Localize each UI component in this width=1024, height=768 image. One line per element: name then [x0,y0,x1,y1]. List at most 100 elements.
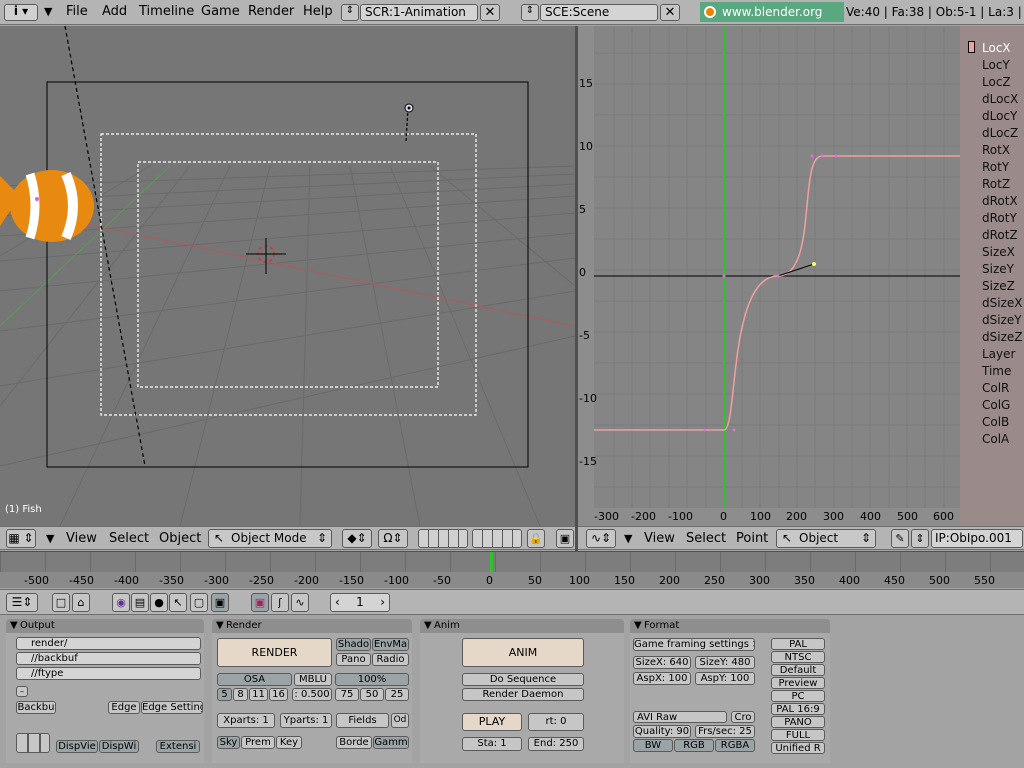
ipo-channel[interactable]: LocY [982,58,1010,72]
preset-pal-button[interactable]: PAL [771,638,825,650]
ipo-channel[interactable]: RotZ [982,177,1010,191]
ipo-channel[interactable]: Time [982,364,1011,378]
fps-field[interactable]: Frs/sec: 25 [695,725,755,738]
collapse-menu-icon[interactable]: ▼ [46,532,54,545]
aspy-field[interactable]: AspY: 100 [695,672,755,685]
full-window-icon[interactable]: □ [52,593,70,612]
timeline[interactable]: -500 -450 -400 -350 -300 -250 -200 -150 … [0,551,1024,588]
ipo-channel[interactable]: dLocZ [982,126,1018,140]
border-button[interactable]: Borde [336,736,372,749]
home-icon[interactable]: ⌂ [72,593,90,612]
preset-ntsc-button[interactable]: NTSC [771,651,825,663]
ipo-channel[interactable]: dSizeX [982,296,1022,310]
blur-factor-field[interactable]: : 0.500 [292,688,332,701]
dispwin-button[interactable]: DispWi [99,740,139,753]
menu-game[interactable]: Game [201,0,240,24]
anim-panel-header[interactable]: ▼ Anim [420,619,624,633]
screen-browse-button[interactable]: ⇕ [341,4,359,21]
ipo-channel[interactable]: dRotX [982,194,1018,208]
ipo-channel[interactable]: ColR [982,381,1009,395]
ipo-channel[interactable]: SizeZ [982,279,1015,293]
ipo-editor[interactable]: 15 10 5 0 -5 -10 -15 -300 -200 -100 0 10… [578,26,960,526]
frame-number-field[interactable]: ‹ 1 › [330,593,390,612]
ipo-view-menu[interactable]: View [644,527,675,551]
buttons-window-type-button[interactable]: ☰⇕ [6,593,38,612]
ipo-channel[interactable]: dRotZ [982,228,1018,242]
format-panel-header[interactable]: ▼ Format [630,619,830,633]
bw-button[interactable]: BW [633,739,673,752]
scene-delete-button[interactable]: ✕ [660,4,680,21]
pano-button[interactable]: Pano [336,653,371,666]
render-path-field[interactable]: render/ [16,637,201,650]
rgb-button[interactable]: RGB [674,739,714,752]
info-window-type-button[interactable]: i ▾ [4,4,38,21]
window-type-button[interactable]: ▦ ⇕ [6,529,36,548]
do-sequence-button[interactable]: Do Sequence [462,673,584,686]
edge-settings-button[interactable]: Edge Setting [141,701,203,714]
render-view-icon[interactable]: ▣ [556,529,574,548]
pivot-button[interactable]: Ω⇕ [378,529,408,548]
ipo-type-selector[interactable]: ↖ Object ⇕ [776,529,876,548]
object-menu[interactable]: Object [159,527,201,551]
menu-render[interactable]: Render [248,0,294,24]
yparts-field[interactable]: Yparts: 1 [280,713,332,728]
game-framing-button[interactable]: Game framing settings >> [633,638,755,651]
xparts-field[interactable]: Xparts: 1 [217,713,275,728]
preset-pano-button[interactable]: PANO [771,716,825,728]
lock-icon[interactable]: 🔒 [527,529,545,548]
fields-button[interactable]: Fields [336,713,389,728]
layer-buttons-2[interactable] [472,529,522,548]
sizex-field[interactable]: SizeX: 640 [633,656,691,669]
ipo-pin-icon[interactable]: ✎ [891,529,909,548]
aspx-field[interactable]: AspX: 100 [633,672,691,685]
osa-button[interactable]: OSA [217,673,292,686]
codec-selector[interactable]: AVI Raw [633,711,727,723]
view-menu[interactable]: View [66,527,97,551]
ipo-channel[interactable]: ColB [982,415,1009,429]
website-badge[interactable]: www.blender.org 231 [700,2,844,39]
3d-viewport[interactable]: (1) Fish [0,26,575,526]
ipo-name-field[interactable]: IP:ObIpo.001 [931,529,1023,548]
size-75-button[interactable]: 75 [335,688,359,701]
screen-name-field[interactable]: SCR:1-Animation [360,4,478,21]
editing-icon[interactable]: ▢ [190,593,208,612]
collapse-menu-icon[interactable]: ▼ [44,5,52,18]
ipo-channel[interactable]: ColA [982,432,1009,446]
shadow-button[interactable]: Shado [336,638,371,651]
quality-field[interactable]: Quality: 90 [633,725,691,738]
osa-16-button[interactable]: 16 [269,688,288,701]
crop-button[interactable]: Cro [731,711,755,723]
anim-context-icon[interactable]: ʃ [271,593,289,612]
backbuf-button[interactable]: Backbu [16,701,56,714]
screen-delete-button[interactable]: ✕ [480,4,500,21]
play-button[interactable]: PLAY [462,713,522,731]
menu-timeline[interactable]: Timeline [139,0,194,24]
sound-context-icon[interactable]: ∿ [291,593,309,612]
logic-icon[interactable]: ◉ [112,593,130,612]
ipo-channel[interactable]: dLocY [982,109,1017,123]
rt-field[interactable]: rt: 0 [528,713,584,731]
envmap-button[interactable]: EnvMa [372,638,409,651]
ipo-select-menu[interactable]: Select [686,527,726,551]
mblur-button[interactable]: MBLU [294,673,332,686]
ipo-channel[interactable]: LocZ [982,75,1011,89]
sky-button[interactable]: Sky [217,736,240,749]
end-frame-field[interactable]: End: 250 [528,737,584,751]
menu-file[interactable]: File [66,0,88,24]
ipo-channel[interactable]: LocX [982,41,1011,55]
size-50-button[interactable]: 50 [360,688,384,701]
output-panel-header[interactable]: ▼ Output [6,619,204,633]
shading-icon[interactable]: ● [150,593,168,612]
backbuf-path-field[interactable]: //backbuf [16,652,201,665]
scene-name-field[interactable]: SCE:Scene [540,4,658,21]
gamma-button[interactable]: Gamm [373,736,409,749]
render-context-icon[interactable]: ▣ [251,593,269,612]
ftype-path-field[interactable]: //ftype [16,667,201,680]
preset-unified-button[interactable]: Unified R [771,742,825,754]
selected-handle[interactable] [812,262,816,266]
ipo-point-menu[interactable]: Point [736,527,768,551]
key-button[interactable]: Key [276,736,302,749]
radio-button[interactable]: Radio [372,653,409,666]
render-daemon-button[interactable]: Render Daemon [462,688,584,701]
odd-button[interactable]: Od [391,713,409,728]
